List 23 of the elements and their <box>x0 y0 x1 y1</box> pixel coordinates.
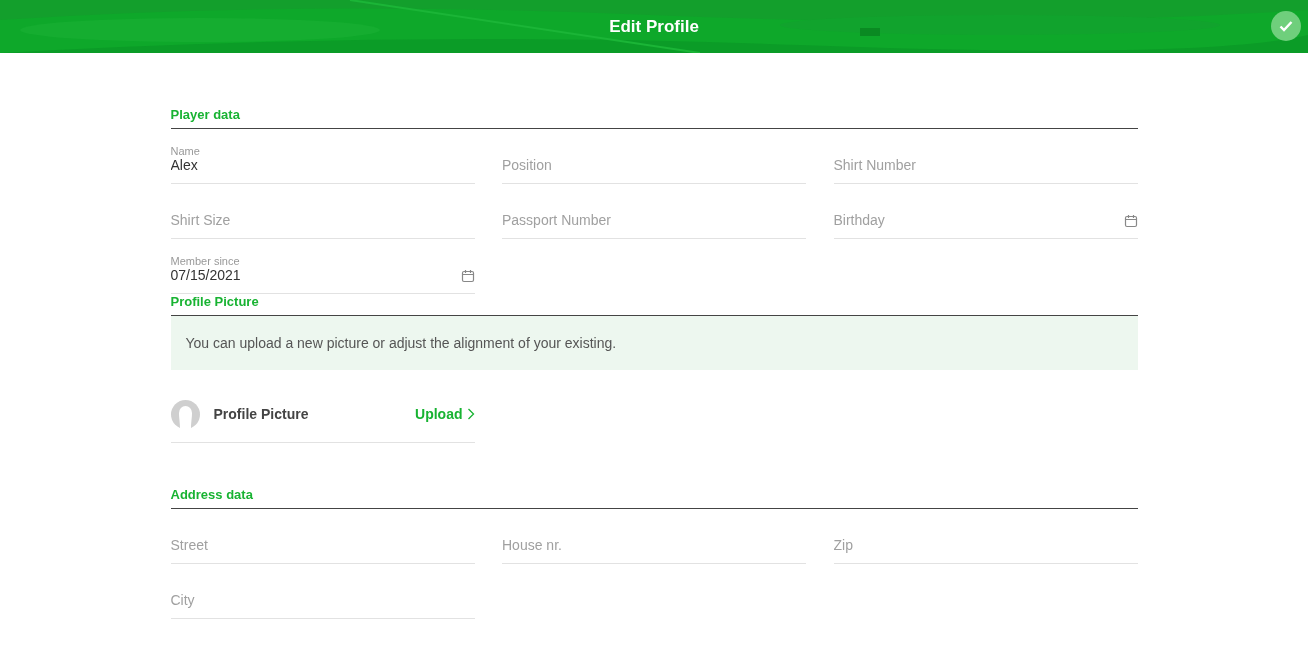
calendar-icon[interactable] <box>460 269 475 283</box>
input-field[interactable]: Zip <box>833 537 1138 553</box>
input-field[interactable]: Position <box>502 157 806 173</box>
input-field[interactable]: Street <box>170 537 475 553</box>
picture-label: Profile Picture <box>213 406 310 422</box>
input-field[interactable]: Shirt Number <box>833 157 1138 173</box>
chevron-right-icon <box>466 408 475 420</box>
avatar-icon <box>170 399 200 429</box>
page-title: Edit Profile <box>609 16 699 37</box>
section-title: Player data <box>170 107 1138 129</box>
field-label: Member since <box>170 255 241 267</box>
input-field[interactable]: 07/15/2021 <box>170 267 455 283</box>
input-field[interactable]: Shirt Size <box>170 212 475 228</box>
input-field[interactable]: Birthday <box>833 212 1118 228</box>
input-field[interactable]: Passport Number <box>502 212 806 228</box>
calendar-icon[interactable] <box>1123 214 1138 228</box>
input-field[interactable]: House nr. <box>502 537 806 553</box>
checkmark-icon <box>1278 18 1294 34</box>
input-field[interactable]: Alex <box>170 157 475 173</box>
field-label: Name <box>170 145 201 157</box>
info-note: You can upload a new picture or adjust the alignment of your existing. <box>170 316 1138 370</box>
section-title: Address data <box>170 487 1138 509</box>
input-field[interactable]: City <box>170 592 475 608</box>
